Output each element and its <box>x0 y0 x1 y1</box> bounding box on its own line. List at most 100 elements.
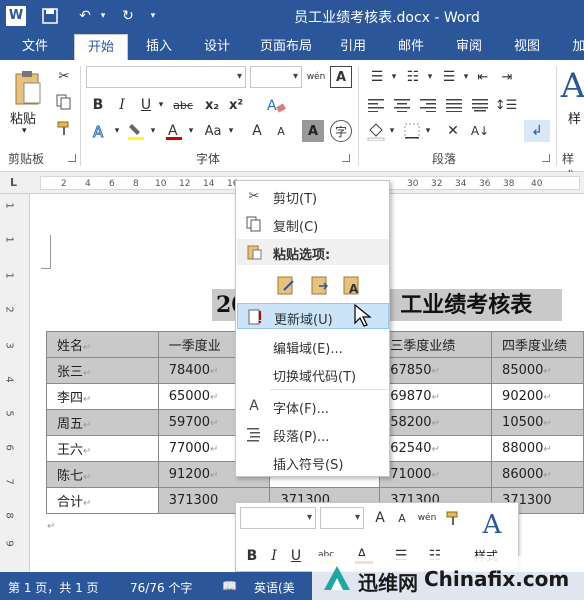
distributed-icon[interactable] <box>468 94 492 116</box>
mini-styles-icon[interactable]: A <box>472 507 512 543</box>
tab-insert[interactable]: 插入 <box>134 34 184 60</box>
paragraph-dialog-launcher-icon[interactable] <box>542 154 550 162</box>
menu-item-paragraph[interactable]: 段落(P)... <box>237 421 389 447</box>
tab-design[interactable]: 设计 <box>192 34 242 60</box>
text-effects-icon[interactable]: A <box>88 120 112 142</box>
mini-font-name-combo[interactable]: ▾ <box>240 507 316 529</box>
table-cell: 67850↵ <box>379 357 493 384</box>
borders-dropdown-icon[interactable]: ▾ <box>424 120 432 142</box>
mini-grow-font-button[interactable]: A <box>370 507 390 529</box>
font-color-dropdown-icon[interactable]: ▾ <box>186 120 196 142</box>
svg-text:A: A <box>93 123 104 140</box>
ruler-mark: 34 <box>455 179 467 189</box>
numbering-dropdown-icon[interactable]: ▾ <box>426 66 434 88</box>
word-count[interactable]: 76/76 个字 <box>130 579 192 596</box>
page-count[interactable]: 第 1 页，共 1 页 <box>8 579 99 596</box>
tab-mailings[interactable]: 邮件 <box>386 34 436 60</box>
mini-font-size-combo[interactable]: ▾ <box>320 507 364 529</box>
borders-icon[interactable] <box>400 120 424 142</box>
cut-icon[interactable]: ✂ <box>54 66 74 86</box>
subscript-button[interactable]: x₂ <box>202 94 222 116</box>
keep-source-formatting-icon[interactable] <box>274 273 298 297</box>
sort-icon[interactable]: A↓ <box>468 120 492 142</box>
change-case-button[interactable]: Aa <box>200 120 226 142</box>
clear-formatting-icon[interactable]: A <box>252 94 300 116</box>
styles-gallery-icon[interactable]: A <box>561 66 584 106</box>
merge-formatting-icon[interactable] <box>308 273 332 297</box>
copy-icon[interactable] <box>54 92 74 112</box>
bullets-icon[interactable]: ☰ <box>364 66 390 88</box>
chinese-layout-icon[interactable]: ✕ <box>440 120 466 142</box>
tab-view[interactable]: 视图 <box>502 34 552 60</box>
menu-item-font[interactable]: A 字体(F)... <box>237 393 389 419</box>
ruler-mark: 14 <box>203 179 215 189</box>
align-right-icon[interactable] <box>416 94 440 116</box>
paste-label[interactable]: 粘贴 <box>10 108 36 127</box>
mini-phonetic-guide-icon[interactable]: wén <box>416 507 438 529</box>
underline-button[interactable]: U <box>136 94 156 116</box>
tab-file[interactable]: 文件 <box>8 34 62 60</box>
numbering-icon[interactable]: ☷ <box>400 66 426 88</box>
tab-addins[interactable]: 加 <box>564 34 584 60</box>
phonetic-guide-icon[interactable]: wén <box>306 66 326 88</box>
scissors-icon: ✂ <box>248 188 260 204</box>
menu-item-edit-field[interactable]: 编辑域(E)... <box>237 333 389 359</box>
menu-item-insert-symbol[interactable]: 插入符号(S) <box>237 449 389 475</box>
shading-dropdown-icon[interactable]: ▾ <box>388 120 396 142</box>
char-border-icon[interactable]: A <box>330 66 352 88</box>
strikethrough-button[interactable]: abc <box>168 94 198 116</box>
tab-home[interactable]: 开始 <box>74 34 128 60</box>
bullets-dropdown-icon[interactable]: ▾ <box>390 66 398 88</box>
character-shading-icon[interactable]: A <box>302 120 324 142</box>
superscript-button[interactable]: x² <box>226 94 246 116</box>
menu-item-copy[interactable]: 复制(C) <box>237 211 389 237</box>
mini-format-painter-icon[interactable] <box>442 507 464 529</box>
tab-review[interactable]: 审阅 <box>444 34 494 60</box>
italic-button[interactable]: I <box>112 94 132 116</box>
font-dialog-launcher-icon[interactable] <box>342 154 350 162</box>
language-indicator[interactable]: 英语(美 <box>254 579 295 596</box>
paste-dropdown-icon[interactable]: ▾ <box>22 126 27 136</box>
mini-underline-button[interactable]: U <box>286 545 306 567</box>
mini-shrink-font-button[interactable]: A <box>392 507 412 529</box>
highlight-dropdown-icon[interactable]: ▾ <box>148 120 158 142</box>
line-spacing-icon[interactable]: ↕☰ <box>494 94 518 116</box>
proofing-icon[interactable]: 📖 <box>222 579 237 593</box>
multilevel-dropdown-icon[interactable]: ▾ <box>462 66 470 88</box>
format-painter-icon[interactable] <box>54 118 74 138</box>
menu-item-cut[interactable]: ✂ 剪切(T) <box>237 183 389 209</box>
table-cell: 86000↵ <box>491 461 584 488</box>
shrink-font-button[interactable]: A <box>270 120 292 142</box>
font-icon: A <box>249 398 259 414</box>
multilevel-list-icon[interactable]: ☰ <box>436 66 462 88</box>
mini-bold-button[interactable]: B <box>242 545 262 567</box>
keep-text-only-icon[interactable]: A <box>340 273 364 297</box>
align-center-icon[interactable] <box>390 94 414 116</box>
show-formatting-marks-icon[interactable]: ↲ <box>524 120 550 142</box>
bold-button[interactable]: B <box>88 94 108 116</box>
mini-italic-button[interactable]: I <box>264 545 284 567</box>
tab-references[interactable]: 引用 <box>328 34 378 60</box>
underline-dropdown-icon[interactable]: ▾ <box>156 94 166 116</box>
menu-item-toggle-field-codes[interactable]: 切换域代码(T) <box>237 361 389 387</box>
table-cell: 合计↵ <box>46 487 159 514</box>
ruler-mark: 10 <box>155 179 167 189</box>
tab-layout[interactable]: 页面布局 <box>250 34 322 60</box>
shading-icon[interactable] <box>364 120 388 142</box>
align-left-icon[interactable] <box>364 94 388 116</box>
change-case-dropdown-icon[interactable]: ▾ <box>226 120 236 142</box>
justify-icon[interactable] <box>442 94 466 116</box>
enclose-characters-icon[interactable]: 字 <box>330 120 352 142</box>
font-name-combo[interactable]: ▾ <box>86 66 246 88</box>
grow-font-button[interactable]: A <box>246 120 268 142</box>
increase-indent-icon[interactable]: ⇥ <box>496 66 518 88</box>
highlight-icon[interactable] <box>124 120 148 142</box>
decrease-indent-icon[interactable]: ⇤ <box>472 66 494 88</box>
paste-icon[interactable] <box>8 66 46 110</box>
clipboard-dialog-launcher-icon[interactable] <box>68 154 76 162</box>
text-effects-dropdown-icon[interactable]: ▾ <box>112 120 122 142</box>
font-color-icon[interactable]: A <box>162 120 186 142</box>
tab-selector-icon[interactable]: L <box>10 176 17 189</box>
font-size-combo[interactable]: ▾ <box>250 66 302 88</box>
title-bar: W ↶ ▾ ↻ ▾ 员工业绩考核表.docx - Word <box>0 0 584 32</box>
